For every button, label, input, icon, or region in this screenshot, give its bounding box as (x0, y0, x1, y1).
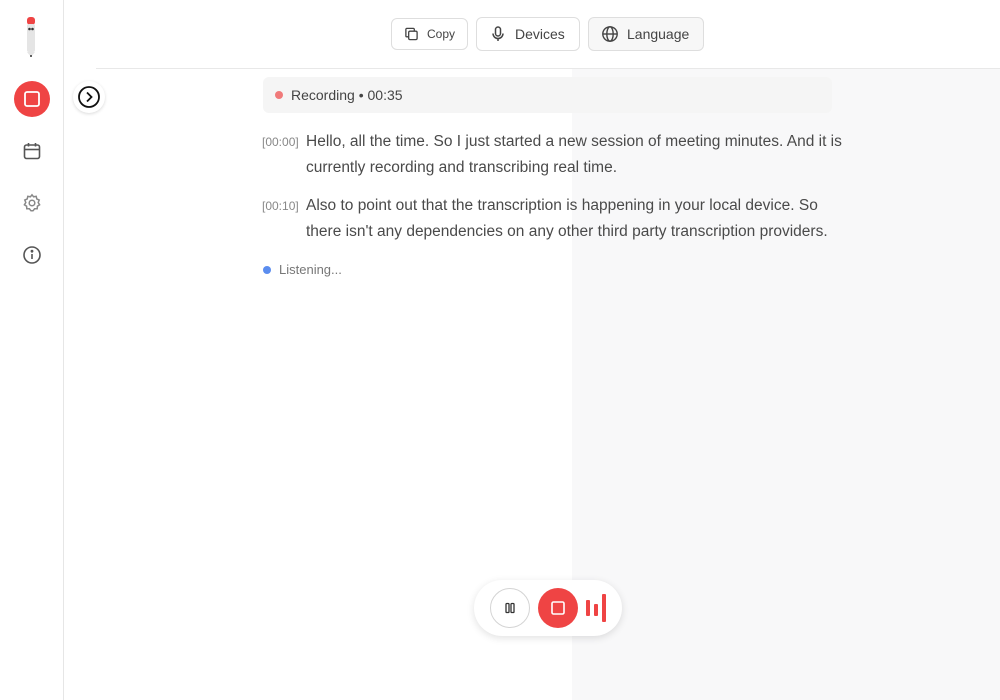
sidebar-item-record[interactable] (14, 81, 50, 117)
language-button[interactable]: Language (588, 17, 704, 51)
info-icon (23, 246, 41, 264)
transcript-segment: [00:00] Hello, all the time. So I just s… (262, 129, 842, 181)
recording-status-bar: Recording • 00:35 (263, 77, 832, 113)
stop-button[interactable] (538, 588, 578, 628)
listening-label: Listening... (279, 262, 342, 277)
sidebar (0, 0, 64, 700)
segment-timestamp: [00:00] (262, 135, 299, 149)
language-button-label: Language (627, 26, 690, 42)
globe-icon (602, 26, 618, 42)
recording-controls (474, 580, 622, 636)
sidebar-item-calendar[interactable] (14, 133, 50, 169)
listening-indicator: Listening... (263, 262, 342, 277)
pause-icon (505, 602, 515, 614)
copy-button[interactable]: Copy (391, 18, 468, 50)
recording-status-text: Recording • 00:35 (291, 87, 403, 103)
app-logo (24, 16, 38, 60)
segment-timestamp: [00:10] (262, 199, 299, 213)
sidebar-item-info[interactable] (14, 237, 50, 273)
devices-button-label: Devices (515, 26, 565, 42)
listening-dot-icon (263, 265, 271, 274)
devices-button[interactable]: Devices (476, 17, 580, 51)
calendar-icon (23, 143, 41, 160)
stop-square-icon (24, 91, 40, 107)
audio-level-icon (586, 594, 608, 622)
recording-dot-icon (275, 91, 283, 99)
segment-text: Also to point out that the transcription… (306, 197, 828, 240)
sidebar-item-settings[interactable] (14, 185, 50, 221)
microphone-icon (492, 26, 504, 41)
copy-icon (405, 27, 418, 41)
segment-text: Hello, all the time. So I just started a… (306, 133, 842, 176)
gear-icon (23, 193, 41, 212)
sidebar-toggle-button[interactable] (73, 81, 105, 113)
stop-icon (551, 601, 565, 615)
pause-button[interactable] (490, 588, 530, 628)
copy-button-label: Copy (426, 27, 455, 41)
chevron-right-circle-icon (78, 86, 100, 108)
transcript-segment: [00:10] Also to point out that the trans… (262, 193, 842, 245)
